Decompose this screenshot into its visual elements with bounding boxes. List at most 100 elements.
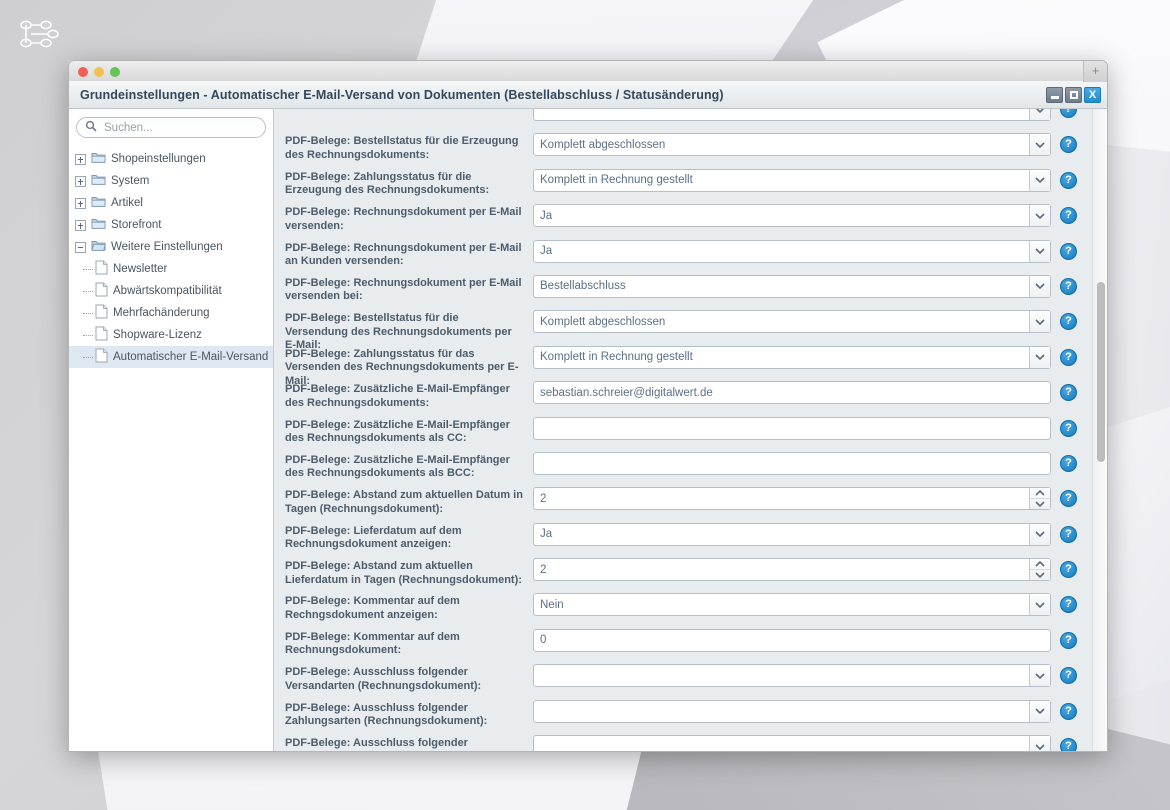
help-icon[interactable]: ? xyxy=(1060,348,1077,366)
tree-item-system[interactable]: System xyxy=(69,170,273,192)
tree-item-automatischer-e-mail-versand[interactable]: Automatischer E-Mail-Versand xyxy=(69,346,273,368)
help-icon[interactable]: ? xyxy=(1060,702,1077,720)
setting-label: PDF-Belege: Bestellstatus für die Erzeug… xyxy=(285,135,519,161)
number-stepper[interactable]: 2 xyxy=(533,558,1051,582)
help-icon[interactable]: ? xyxy=(1060,596,1077,614)
select-control[interactable]: Komplett abgeschlossen xyxy=(533,133,1051,157)
chevron-down-icon[interactable] xyxy=(1029,346,1050,368)
mac-maximize-button[interactable] xyxy=(110,67,120,77)
setting-label: PDF-Belege: Zusätzliche E-Mail-Empfänger… xyxy=(285,453,510,480)
help-icon[interactable]: ? xyxy=(1060,136,1077,154)
tree-item-abw-rtskompatibilit-t[interactable]: Abwärtskompatibilität xyxy=(69,280,273,302)
folder-icon xyxy=(91,172,106,190)
setting-field: ? xyxy=(533,451,1077,475)
search-box[interactable] xyxy=(76,117,266,138)
help-icon[interactable]: ? xyxy=(1060,490,1077,508)
chevron-down-icon[interactable] xyxy=(1029,700,1050,722)
setting-label: PDF-Belege: Rechnungsdokument per E-Mail… xyxy=(285,206,522,232)
setting-field: ? xyxy=(533,664,1077,688)
tree-item-shopeinstellungen[interactable]: Shopeinstellungen xyxy=(69,148,273,170)
setting-field: Komplett abgeschlossen? xyxy=(533,133,1077,157)
search-input[interactable] xyxy=(102,120,252,135)
text-input[interactable]: 0 xyxy=(533,628,1051,652)
help-icon[interactable]: ? xyxy=(1060,561,1077,579)
help-icon[interactable]: ? xyxy=(1060,454,1077,472)
number-stepper[interactable]: 2 xyxy=(533,487,1051,511)
stepper-down-icon[interactable] xyxy=(1030,570,1050,580)
help-icon[interactable]: ? xyxy=(1060,631,1077,649)
chevron-down-icon[interactable] xyxy=(1029,240,1050,262)
tree-item-weitere-einstellungen[interactable]: Weitere Einstellungen xyxy=(69,236,273,258)
setting-row: PDF-Belege: Kommentar auf dem Rechngsdok… xyxy=(274,587,1107,622)
chevron-down-icon[interactable] xyxy=(1029,736,1050,751)
stepper-down-icon[interactable] xyxy=(1030,499,1050,509)
help-icon[interactable]: ? xyxy=(1060,667,1077,685)
chevron-down-icon[interactable] xyxy=(1029,109,1050,120)
select-control[interactable] xyxy=(533,664,1051,688)
collapse-toggle-icon[interactable] xyxy=(75,241,86,253)
chevron-down-icon[interactable] xyxy=(1029,205,1050,227)
maximize-button[interactable] xyxy=(1065,86,1082,103)
help-icon[interactable]: ? xyxy=(1060,207,1077,225)
clipped-control[interactable] xyxy=(533,109,1051,121)
setting-field: Ja? xyxy=(533,239,1077,263)
scrollbar-thumb[interactable] xyxy=(1097,282,1105,463)
expand-toggle-icon[interactable] xyxy=(75,153,86,165)
select-control[interactable]: Ja xyxy=(533,522,1051,546)
vertical-scrollbar[interactable] xyxy=(1092,109,1107,751)
close-button[interactable]: X xyxy=(1084,86,1101,103)
select-control[interactable]: Komplett in Rechnung gestellt xyxy=(533,345,1051,369)
help-icon[interactable]: ? xyxy=(1060,242,1077,260)
select-control[interactable] xyxy=(533,699,1051,723)
mac-minimize-button[interactable] xyxy=(94,67,104,77)
select-control[interactable]: Ja xyxy=(533,239,1051,263)
select-control[interactable]: Nein xyxy=(533,593,1051,617)
text-input[interactable] xyxy=(533,451,1051,475)
stepper-up-icon[interactable] xyxy=(1030,488,1050,500)
select-control[interactable]: Ja xyxy=(533,204,1051,228)
chevron-down-icon[interactable] xyxy=(1029,311,1050,333)
setting-field: ? xyxy=(533,735,1077,751)
tree-item-newsletter[interactable]: Newsletter xyxy=(69,258,273,280)
chevron-down-icon[interactable] xyxy=(1029,169,1050,191)
help-icon[interactable]: ? xyxy=(1060,525,1077,543)
select-control[interactable]: Komplett abgeschlossen xyxy=(533,310,1051,334)
chevron-down-icon[interactable] xyxy=(1029,134,1050,156)
tree-item-artikel[interactable]: Artikel xyxy=(69,192,273,214)
select-value: Ja xyxy=(540,209,553,222)
chevron-down-icon[interactable] xyxy=(1029,275,1050,297)
expand-toggle-icon[interactable] xyxy=(75,197,86,209)
tree-item-shopware-lizenz[interactable]: Shopware-Lizenz xyxy=(69,324,273,346)
stepper-buttons[interactable] xyxy=(1029,488,1050,510)
chevron-down-icon[interactable] xyxy=(1029,665,1050,687)
text-input[interactable] xyxy=(533,416,1051,440)
help-icon[interactable]: ? xyxy=(1060,419,1077,437)
new-tab-button[interactable]: + xyxy=(1083,61,1107,82)
select-control[interactable]: Bestellabschluss xyxy=(533,274,1051,298)
help-icon[interactable]: ? xyxy=(1060,738,1077,751)
stepper-buttons[interactable] xyxy=(1029,559,1050,581)
help-icon[interactable]: ? xyxy=(1060,313,1077,331)
help-icon[interactable]: ? xyxy=(1060,384,1077,402)
select-control[interactable] xyxy=(533,735,1051,751)
expand-toggle-icon[interactable] xyxy=(75,175,86,187)
tree-connector xyxy=(83,356,93,358)
setting-label: PDF-Belege: Zusätzliche E-Mail-Empfänger… xyxy=(285,418,510,445)
tree-item-mehrfach-nderung[interactable]: Mehrfachänderung xyxy=(69,302,273,324)
text-input[interactable]: sebastian.schreier@digitalwert.de xyxy=(533,381,1051,405)
expand-toggle-icon[interactable] xyxy=(75,219,86,231)
stepper-up-icon[interactable] xyxy=(1030,559,1050,571)
minimize-button[interactable] xyxy=(1046,86,1063,103)
setting-label: PDF-Belege: Zusätzliche E-Mail-Empfänger… xyxy=(285,383,510,409)
network-graph-icon[interactable] xyxy=(18,14,62,54)
mac-close-button[interactable] xyxy=(78,67,88,77)
help-icon[interactable]: ? xyxy=(1060,171,1077,189)
chevron-down-icon[interactable] xyxy=(1029,523,1050,545)
chevron-down-icon[interactable] xyxy=(1029,594,1050,616)
tree-item-storefront[interactable]: Storefront xyxy=(69,214,273,236)
tree-item-label: Abwärtskompatibilität xyxy=(113,285,222,297)
select-control[interactable]: Komplett in Rechnung gestellt xyxy=(533,168,1051,192)
page-icon xyxy=(95,348,108,366)
help-icon[interactable]: ? xyxy=(1060,277,1077,295)
help-icon[interactable]: ? xyxy=(1060,109,1077,118)
